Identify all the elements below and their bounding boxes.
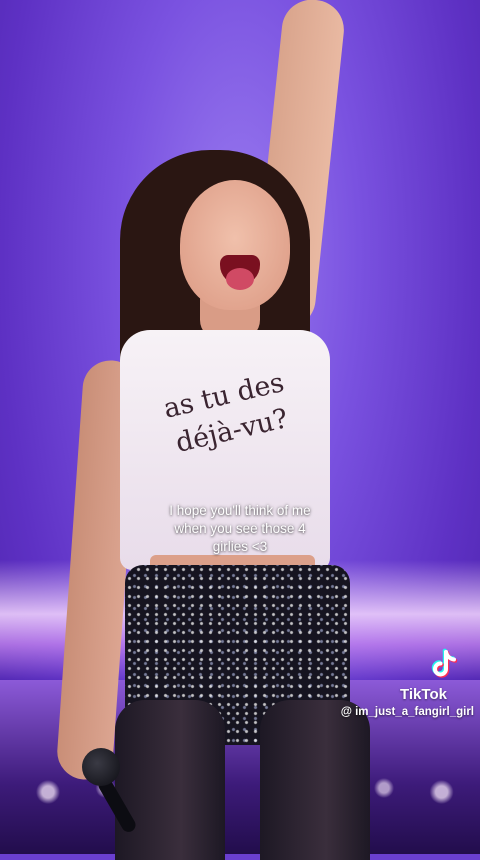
tiktok-brand-label: TikTok [400,686,447,703]
left-leg [115,700,225,860]
video-caption: I hope you'll think of me when you see t… [148,502,332,556]
tongue [226,268,254,290]
tiktok-logo-icon [431,648,458,678]
face [180,180,290,310]
caption-line-2: when you see those 4 [174,521,306,536]
microphone-icon [82,748,120,786]
creator-username: @ im_just_a_fangirl_girl [340,706,474,718]
caption-line-3: girlies <3 [212,539,268,554]
performer: as tu des déjà-vu? [0,0,480,860]
right-leg [260,700,370,860]
caption-line-1: I hope you'll think of me [169,503,311,518]
